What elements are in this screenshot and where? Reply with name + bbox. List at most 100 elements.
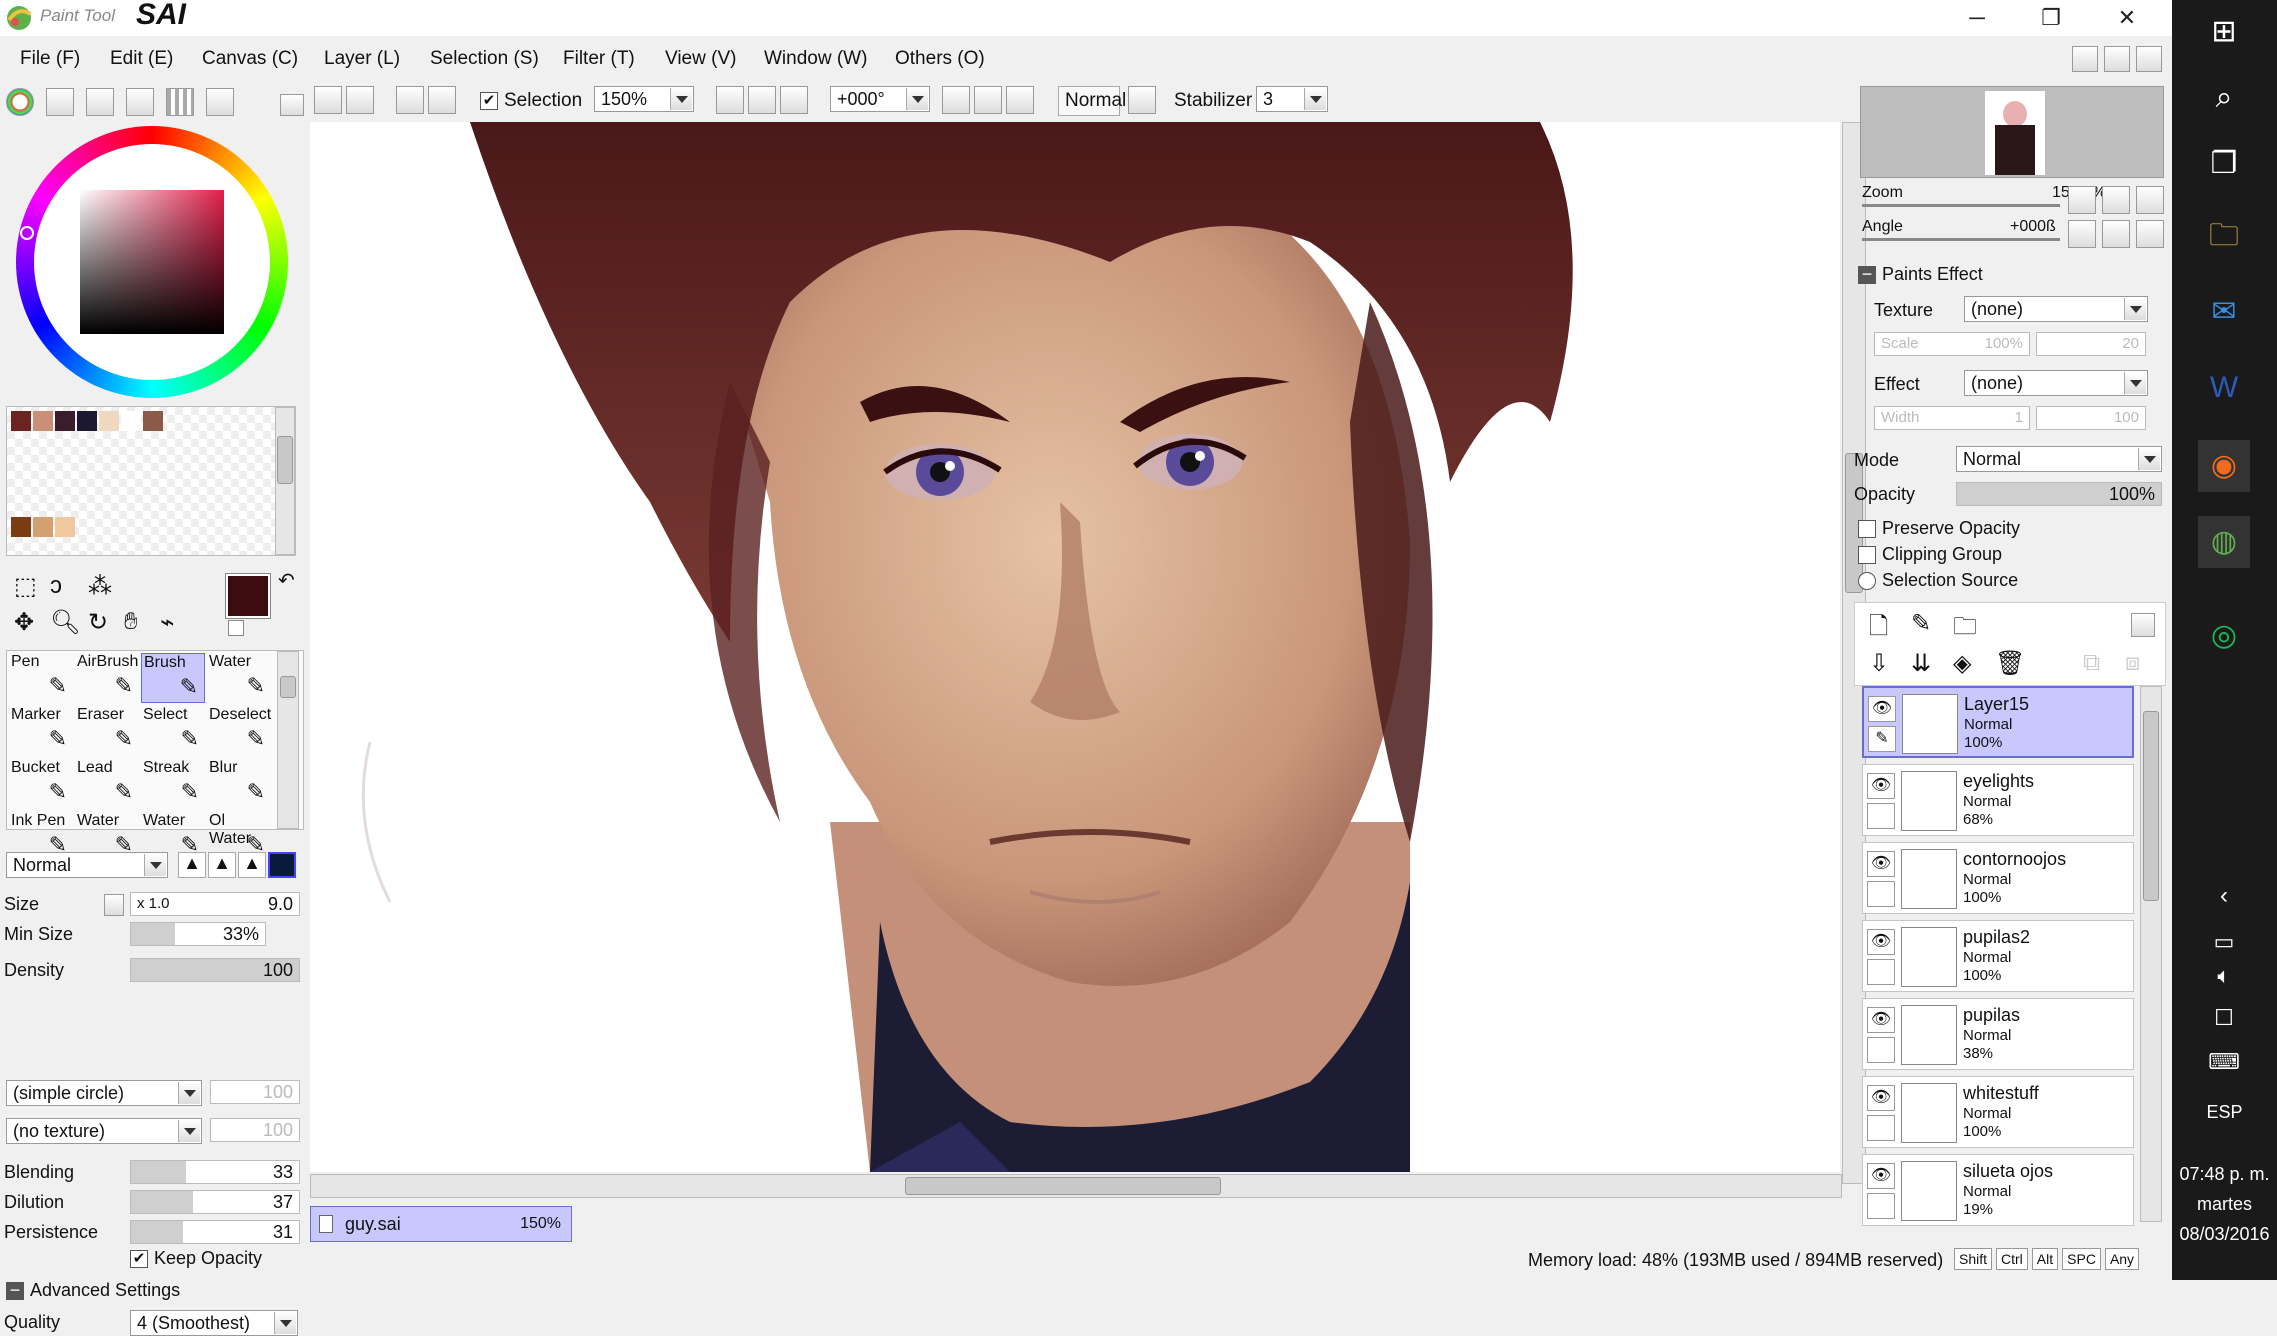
- hue-ring[interactable]: [16, 126, 288, 398]
- rect-select-icon[interactable]: ⬚: [14, 572, 37, 601]
- swatches-icon[interactable]: [166, 88, 194, 116]
- menu-edit[interactable]: Edit (E): [110, 48, 173, 70]
- tool-eraser-5[interactable]: Eraser ✎: [75, 706, 139, 756]
- mdi-minimize-button[interactable]: [2072, 46, 2098, 72]
- sv-cursor[interactable]: [96, 336, 110, 350]
- swatch-0[interactable]: [11, 411, 31, 431]
- panel-menu-chevron-icon[interactable]: [280, 94, 304, 116]
- navigator-preview[interactable]: [1860, 86, 2164, 178]
- word-icon[interactable]: W: [2198, 362, 2250, 414]
- nav-zoom-out-icon[interactable]: [2068, 186, 2096, 214]
- tool-lead-9[interactable]: Lead ✎: [75, 759, 139, 809]
- outlook-icon[interactable]: ✉: [2198, 286, 2250, 338]
- file-explorer-icon[interactable]: 🗀: [2198, 210, 2250, 262]
- swatch-scrollbar[interactable]: [275, 407, 295, 555]
- tool-grid-scrollbar[interactable]: [277, 651, 299, 829]
- tool-blur-11[interactable]: Blur ✎: [207, 759, 271, 809]
- nav-zoom-in-icon[interactable]: [2102, 186, 2130, 214]
- selection-source-radio[interactable]: [1858, 572, 1876, 590]
- layer-row[interactable]: 👁 pupilas2 Normal 100%: [1862, 920, 2134, 992]
- redo-icon[interactable]: [346, 86, 374, 114]
- clock-time[interactable]: 07:48 p. m.: [2172, 1164, 2277, 1185]
- show-hidden-icons-chevron-icon[interactable]: ‹: [2198, 870, 2250, 922]
- visibility-eye-icon[interactable]: 👁: [1867, 1007, 1895, 1033]
- visibility-eye-icon[interactable]: 👁: [1867, 773, 1895, 799]
- nav-zoom-reset-icon[interactable]: [2136, 186, 2164, 214]
- nav-angle-slider[interactable]: [1862, 238, 2060, 241]
- menu-view[interactable]: View (V): [665, 48, 736, 70]
- tool-brush-2[interactable]: Brush ✎: [141, 653, 205, 703]
- rotate-icon[interactable]: ↻: [88, 608, 108, 637]
- pe-texture-dropdown[interactable]: (none): [1964, 296, 2148, 322]
- nav-zoom-slider[interactable]: [1862, 204, 2060, 207]
- brush-shape-dropdown[interactable]: (simple circle): [6, 1080, 202, 1106]
- layer-lock-icon[interactable]: [1867, 803, 1895, 829]
- merge-down-icon[interactable]: ⇊: [1911, 649, 1931, 678]
- menu-canvas[interactable]: Canvas (C): [202, 48, 298, 70]
- clock-date[interactable]: 08/03/2016: [2172, 1224, 2277, 1245]
- zoom-dropdown[interactable]: 150%: [594, 86, 694, 112]
- size-slider[interactable]: x 1.0 9.0: [130, 892, 300, 916]
- mask-icon[interactable]: ⧈: [2125, 649, 2140, 677]
- layer-row[interactable]: 👁 contornoojos Normal 100%: [1862, 842, 2134, 914]
- zoom-out-icon[interactable]: [716, 86, 744, 114]
- density-slider[interactable]: 100: [130, 958, 300, 982]
- layer-lock-icon[interactable]: [1867, 1193, 1895, 1219]
- paints-effect-collapse-icon[interactable]: −: [1858, 265, 1876, 284]
- shape-preset-2-icon[interactable]: ▲: [208, 852, 236, 878]
- canvas-horizontal-scrollbar[interactable]: [310, 1174, 1842, 1198]
- visibility-eye-icon[interactable]: 👁: [1868, 696, 1896, 722]
- magic-wand-icon[interactable]: ⁂: [88, 572, 112, 601]
- windows-start-icon[interactable]: ⊞: [2198, 6, 2250, 58]
- shape-preset-4-icon[interactable]: [268, 852, 296, 878]
- firefox-icon[interactable]: ◉: [2198, 440, 2250, 492]
- keyboard-icon[interactable]: ⌨: [2198, 1036, 2250, 1088]
- nav-rotate-right-icon[interactable]: [2102, 220, 2130, 248]
- rotate-left-icon[interactable]: [942, 86, 970, 114]
- layer-list-scrollbar[interactable]: [2140, 686, 2162, 1222]
- layer-lock-icon[interactable]: [1867, 881, 1895, 907]
- blend-mode-button[interactable]: Normal: [1058, 86, 1126, 116]
- menu-file[interactable]: File (F): [20, 48, 80, 70]
- primary-color-swatch[interactable]: [225, 573, 271, 619]
- new-layer-icon[interactable]: 🗋: [1869, 609, 1888, 650]
- preserve-opacity-checkbox[interactable]: [1858, 520, 1876, 538]
- pe-width-slider[interactable]: Width 1: [1874, 406, 2030, 430]
- shape-strength-slider[interactable]: 100: [210, 1080, 300, 1104]
- language-indicator[interactable]: ESP: [2172, 1102, 2277, 1123]
- canvas[interactable]: [310, 122, 1840, 1172]
- keep-opacity-checkbox[interactable]: ✔: [130, 1250, 148, 1268]
- paint-tool-sai-taskbar-icon[interactable]: ◍: [2198, 516, 2250, 568]
- tool-marker-4[interactable]: Marker ✎: [9, 706, 73, 756]
- swatch-2[interactable]: [55, 411, 75, 431]
- clock-day[interactable]: martes: [2172, 1194, 2277, 1215]
- tool-pen-0[interactable]: Pen ✎: [9, 653, 73, 703]
- menu-window[interactable]: Window (W): [764, 48, 867, 70]
- pe-width2-slider[interactable]: 100: [2036, 406, 2146, 430]
- tool-airbrush-1[interactable]: AirBrush ✎: [75, 653, 139, 703]
- close-button[interactable]: ✕: [2092, 0, 2162, 36]
- swatch-row2-1[interactable]: [33, 517, 53, 537]
- minimize-button[interactable]: ─: [1942, 0, 2012, 36]
- layer-lock-icon[interactable]: [1867, 959, 1895, 985]
- pe-scale-slider[interactable]: Scale 100%: [1874, 332, 2030, 356]
- layer-row[interactable]: 👁 silueta ojos Normal 19%: [1862, 1154, 2134, 1226]
- document-tab[interactable]: guy.sai 150%: [310, 1206, 572, 1242]
- transfer-down-icon[interactable]: ⇩: [1869, 649, 1889, 678]
- blending-slider[interactable]: 33: [130, 1160, 300, 1184]
- tool-water-3[interactable]: Water ✎: [207, 653, 271, 703]
- brush-shape-presets[interactable]: ▲ ▲ ▲: [178, 852, 300, 878]
- invert-selection-icon[interactable]: [428, 86, 456, 114]
- persistence-slider[interactable]: 31: [130, 1220, 300, 1244]
- swatch-3[interactable]: [77, 411, 97, 431]
- zoom-reset-icon[interactable]: [780, 86, 808, 114]
- layer-lock-icon[interactable]: [1867, 1115, 1895, 1141]
- mdi-restore-button[interactable]: [2104, 46, 2130, 72]
- pe-effect-dropdown[interactable]: (none): [1964, 370, 2148, 396]
- zoom-icon[interactable]: 🔍︎: [50, 608, 80, 637]
- stabilizer-dropdown[interactable]: 3: [1256, 86, 1328, 112]
- rotate-reset-icon[interactable]: [1006, 86, 1034, 114]
- move-icon[interactable]: ✥: [14, 608, 34, 637]
- visibility-eye-icon[interactable]: 👁: [1867, 1163, 1895, 1189]
- min-size-slider[interactable]: 33%: [130, 922, 266, 946]
